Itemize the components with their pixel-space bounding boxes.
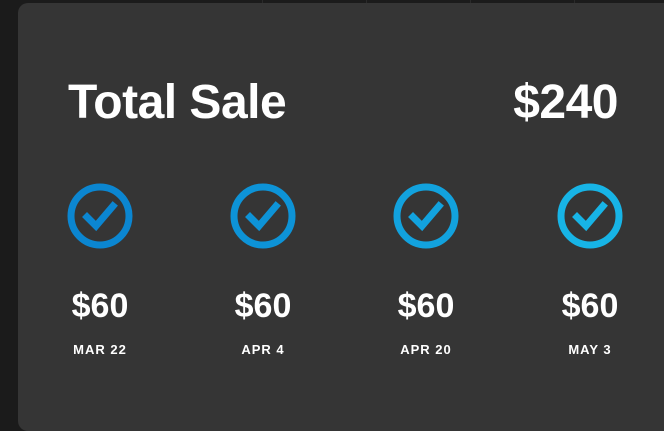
timeline-step-1 xyxy=(67,183,133,249)
step-2-amount: $60 xyxy=(234,287,292,325)
step-4-amount: $60 xyxy=(561,287,619,325)
timeline-step-3 xyxy=(393,183,459,249)
step-3-amount: $60 xyxy=(397,287,455,325)
step-1-date: MAR 22 xyxy=(73,342,127,357)
total-sale-card: Total Sale $240 $60 MAR 22 $60 APR 4 $60… xyxy=(18,3,664,431)
timeline-step-2 xyxy=(230,183,296,249)
step-1-amount: $60 xyxy=(71,287,129,325)
step-3-date: APR 20 xyxy=(400,342,452,357)
timeline-step-4 xyxy=(557,183,623,249)
step-2-date: APR 4 xyxy=(241,342,285,357)
payment-timeline xyxy=(67,183,623,249)
step-4-date: MAY 3 xyxy=(568,342,612,357)
